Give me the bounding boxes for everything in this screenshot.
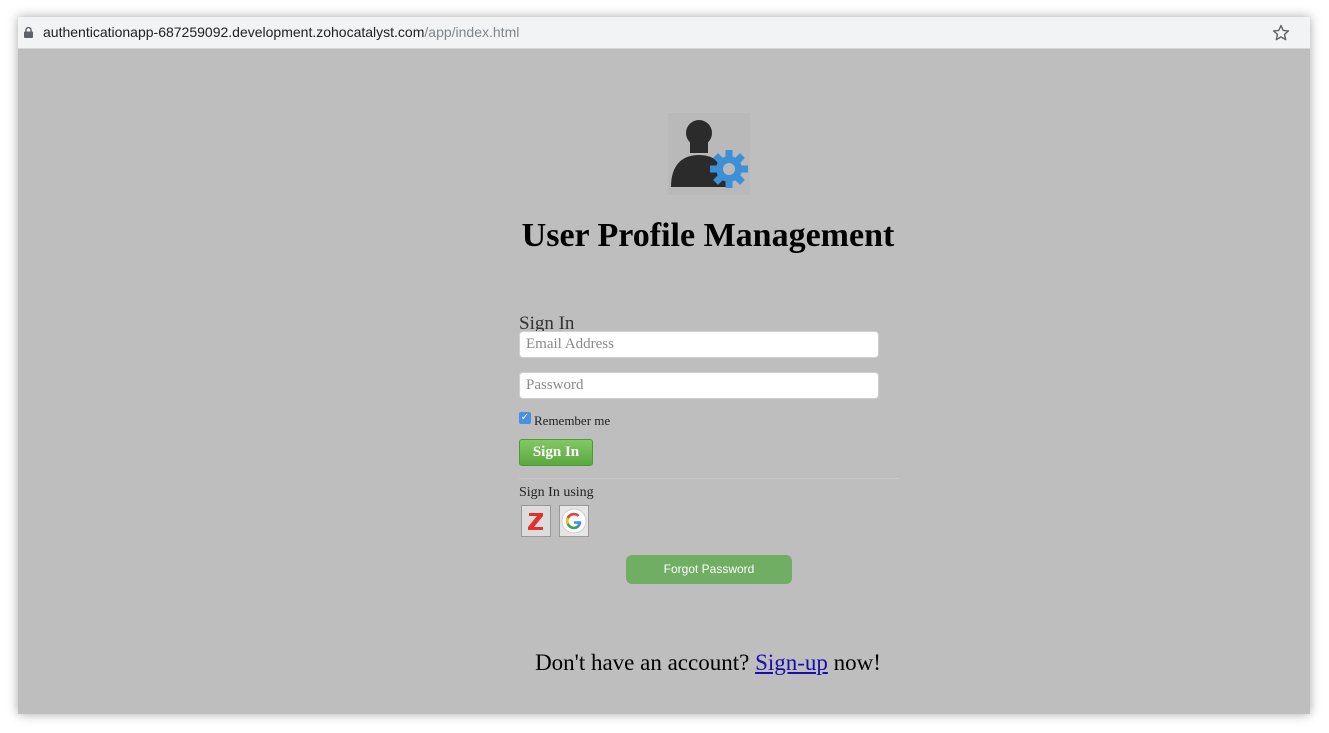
page-title: User Profile Management <box>521 217 895 254</box>
url-host: authenticationapp-687259092.development.… <box>43 24 425 40</box>
password-field[interactable] <box>519 372 879 399</box>
signin-button[interactable]: Sign In <box>519 439 593 466</box>
browser-window: authenticationapp-687259092.development.… <box>18 17 1310 714</box>
forgot-password-button[interactable]: Forgot Password <box>626 555 792 584</box>
bookmark-star-icon[interactable] <box>1271 23 1291 43</box>
zoho-signin-button[interactable] <box>521 505 551 537</box>
remember-me-checkbox[interactable]: ✓ <box>519 412 531 424</box>
signup-prompt-suffix: now! <box>827 650 881 675</box>
zoho-z-icon <box>528 513 543 530</box>
signup-link[interactable]: Sign-up <box>755 650 828 675</box>
remember-me-label: Remember me <box>534 413 611 428</box>
url-path: /app/index.html <box>424 24 520 40</box>
email-field[interactable] <box>519 331 879 358</box>
signup-prompt: Don't have an account? Sign-up now! <box>18 650 1310 676</box>
address-bar[interactable]: authenticationapp-687259092.development.… <box>18 17 1310 49</box>
google-g-icon <box>561 508 587 534</box>
google-signin-button[interactable] <box>559 505 589 537</box>
signin-using-label: Sign In using <box>519 485 594 500</box>
url-text[interactable]: authenticationapp-687259092.development.… <box>43 24 519 40</box>
divider <box>519 478 899 479</box>
signup-prompt-prefix: Don't have an account? <box>535 650 756 675</box>
lock-icon <box>24 27 33 38</box>
user-settings-logo-icon <box>668 113 750 195</box>
page-content: User Profile Management Sign In ✓ Rememb… <box>18 49 1310 714</box>
